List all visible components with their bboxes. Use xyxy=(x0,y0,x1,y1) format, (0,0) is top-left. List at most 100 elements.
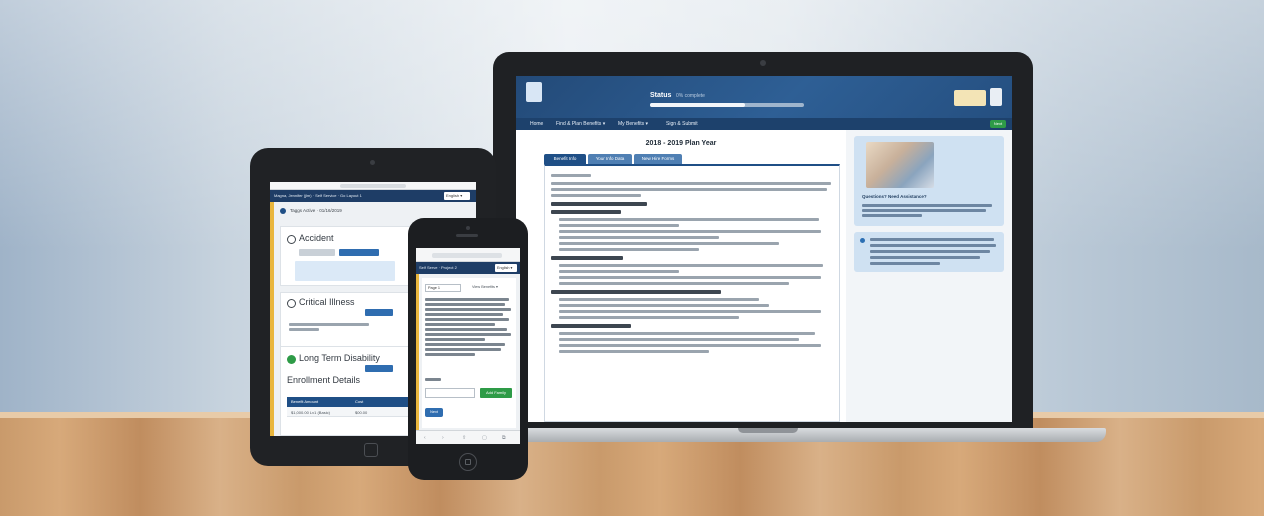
laptop-camera-icon xyxy=(760,60,766,66)
status-progress-bar xyxy=(650,103,804,107)
status-progress-fill xyxy=(650,103,746,107)
nav-my-benefits[interactable]: My Benefits ▾ xyxy=(618,121,648,127)
bullet-line xyxy=(559,304,769,307)
phone-input-field[interactable] xyxy=(425,388,475,398)
team-photo xyxy=(866,142,934,188)
nav-find-plan-benefits[interactable]: Find & Plan Benefits ▾ xyxy=(556,121,605,127)
bullet-line xyxy=(559,270,679,273)
tablet-url-field[interactable] xyxy=(340,184,406,188)
help-side-panel: Questions? Need Assistance? xyxy=(854,136,1004,226)
cell-cost: $00.00 xyxy=(355,410,368,415)
help-text-line xyxy=(862,209,986,212)
text-line xyxy=(425,333,511,336)
text-line xyxy=(425,318,509,321)
phone-next-button[interactable]: Next xyxy=(425,408,443,417)
back-icon[interactable]: ‹ xyxy=(424,435,426,441)
phone-speaker xyxy=(456,234,478,237)
waive-button[interactable] xyxy=(299,249,335,256)
empty-circle-icon xyxy=(287,235,296,244)
section-heading xyxy=(551,290,721,294)
bullet-line xyxy=(559,316,739,319)
tab-content-panel xyxy=(544,164,840,422)
text-line xyxy=(425,323,495,326)
app-logo-icon[interactable] xyxy=(526,82,542,102)
enrollment-details-heading: Enrollment Details xyxy=(287,375,361,385)
phone-header-text: Self Serve · Project 2 xyxy=(419,265,457,270)
text-line xyxy=(551,188,827,191)
phone-screen: Self Serve · Project 2 English ▾ Page 1 … xyxy=(416,248,520,444)
text-line xyxy=(425,328,507,331)
page-title: 2018 - 2019 Plan Year xyxy=(645,140,717,147)
forward-icon[interactable]: › xyxy=(442,435,444,441)
phone-browser-bar xyxy=(416,248,520,262)
info-text-line xyxy=(870,262,940,265)
bullet-line xyxy=(559,310,821,313)
text-line xyxy=(425,348,501,351)
bookmarks-icon[interactable]: ▢ xyxy=(482,435,487,441)
edit-ltd-button[interactable] xyxy=(365,365,393,372)
col-benefit-amount: Benefit Amount xyxy=(291,399,319,404)
laptop-screen: Status 0% complete Home Find & Plan Bene… xyxy=(516,76,1012,422)
text-line xyxy=(425,298,509,301)
product-photo-scene: Status 0% complete Home Find & Plan Bene… xyxy=(0,0,1264,516)
bullet-line xyxy=(559,224,679,227)
language-select[interactable]: English ▾ xyxy=(444,192,470,200)
help-question: Questions? Need Assistance? xyxy=(862,194,927,199)
tablet-home-button[interactable] xyxy=(364,443,378,457)
nav-sign-submit[interactable]: Sign & Submit xyxy=(666,121,698,127)
add-accident-button[interactable] xyxy=(339,249,379,256)
view-benefits-link[interactable]: View Benefits ▾ xyxy=(472,284,498,289)
section-heading xyxy=(551,256,623,260)
tablet-header-text: Magna, Jennifer (jlm) · Self Service · G… xyxy=(274,193,362,198)
text-line xyxy=(425,338,485,341)
tab-new-hire-forms[interactable]: New Hire Forms xyxy=(634,154,682,164)
text-line xyxy=(425,343,505,346)
empty-circle-icon xyxy=(287,299,296,308)
info-text-line xyxy=(870,250,990,253)
ltd-title: Long Term Disability xyxy=(299,353,380,363)
accent-stripe xyxy=(270,202,274,436)
bullet-line xyxy=(559,236,719,239)
section-heading xyxy=(551,202,647,206)
bullet-line xyxy=(559,264,823,267)
accident-title: Accident xyxy=(299,233,334,243)
laptop-app-header: Status 0% complete xyxy=(516,76,1012,118)
next-button[interactable]: Next xyxy=(990,120,1006,128)
section-heading xyxy=(551,210,621,214)
menu-icon[interactable] xyxy=(990,88,1002,106)
add-family-button[interactable]: Add Family xyxy=(480,388,512,398)
tablet-camera-icon xyxy=(370,160,375,165)
info-text-line xyxy=(870,238,994,241)
tablet-app-header: Magna, Jennifer (jlm) · Self Service · G… xyxy=(270,190,476,202)
info-icon xyxy=(860,238,865,243)
text-line xyxy=(551,174,591,177)
phone-app-header: Self Serve · Project 2 English ▾ xyxy=(416,262,520,274)
phone-camera-icon xyxy=(466,226,470,230)
phone-language-select[interactable]: English ▾ xyxy=(495,264,517,272)
info-text-line xyxy=(870,244,996,247)
bullet-line xyxy=(559,332,815,335)
help-text-line xyxy=(862,204,992,207)
bullet-line xyxy=(559,276,821,279)
tab-your-info-data[interactable]: Your Info Data xyxy=(588,154,632,164)
user-icon xyxy=(280,208,286,214)
add-critical-illness-button[interactable] xyxy=(365,309,393,316)
text-line xyxy=(425,313,503,316)
tabs-icon[interactable]: ⧉ xyxy=(502,435,506,441)
bullet-line xyxy=(559,298,759,301)
bullet-line xyxy=(559,338,799,341)
col-cost: Cost xyxy=(355,399,364,404)
laptop-nav-bar: Home Find & Plan Benefits ▾ My Benefits … xyxy=(516,118,1012,130)
check-circle-icon xyxy=(287,355,296,364)
info-text-line xyxy=(870,256,980,259)
status-label: Status xyxy=(650,92,672,99)
phone-accent-stripe xyxy=(416,274,419,430)
text-line xyxy=(551,194,641,197)
share-icon[interactable]: ⇪ xyxy=(462,435,466,441)
laptop-main-content: 2018 - 2019 Plan Year Benefit Info Your … xyxy=(516,130,846,422)
bullet-line xyxy=(559,242,779,245)
page-select[interactable]: Page 1 xyxy=(425,284,461,292)
nav-home[interactable]: Home xyxy=(530,121,543,127)
phone-url-field[interactable] xyxy=(432,253,502,258)
tab-benefit-info[interactable]: Benefit Info xyxy=(544,154,586,164)
